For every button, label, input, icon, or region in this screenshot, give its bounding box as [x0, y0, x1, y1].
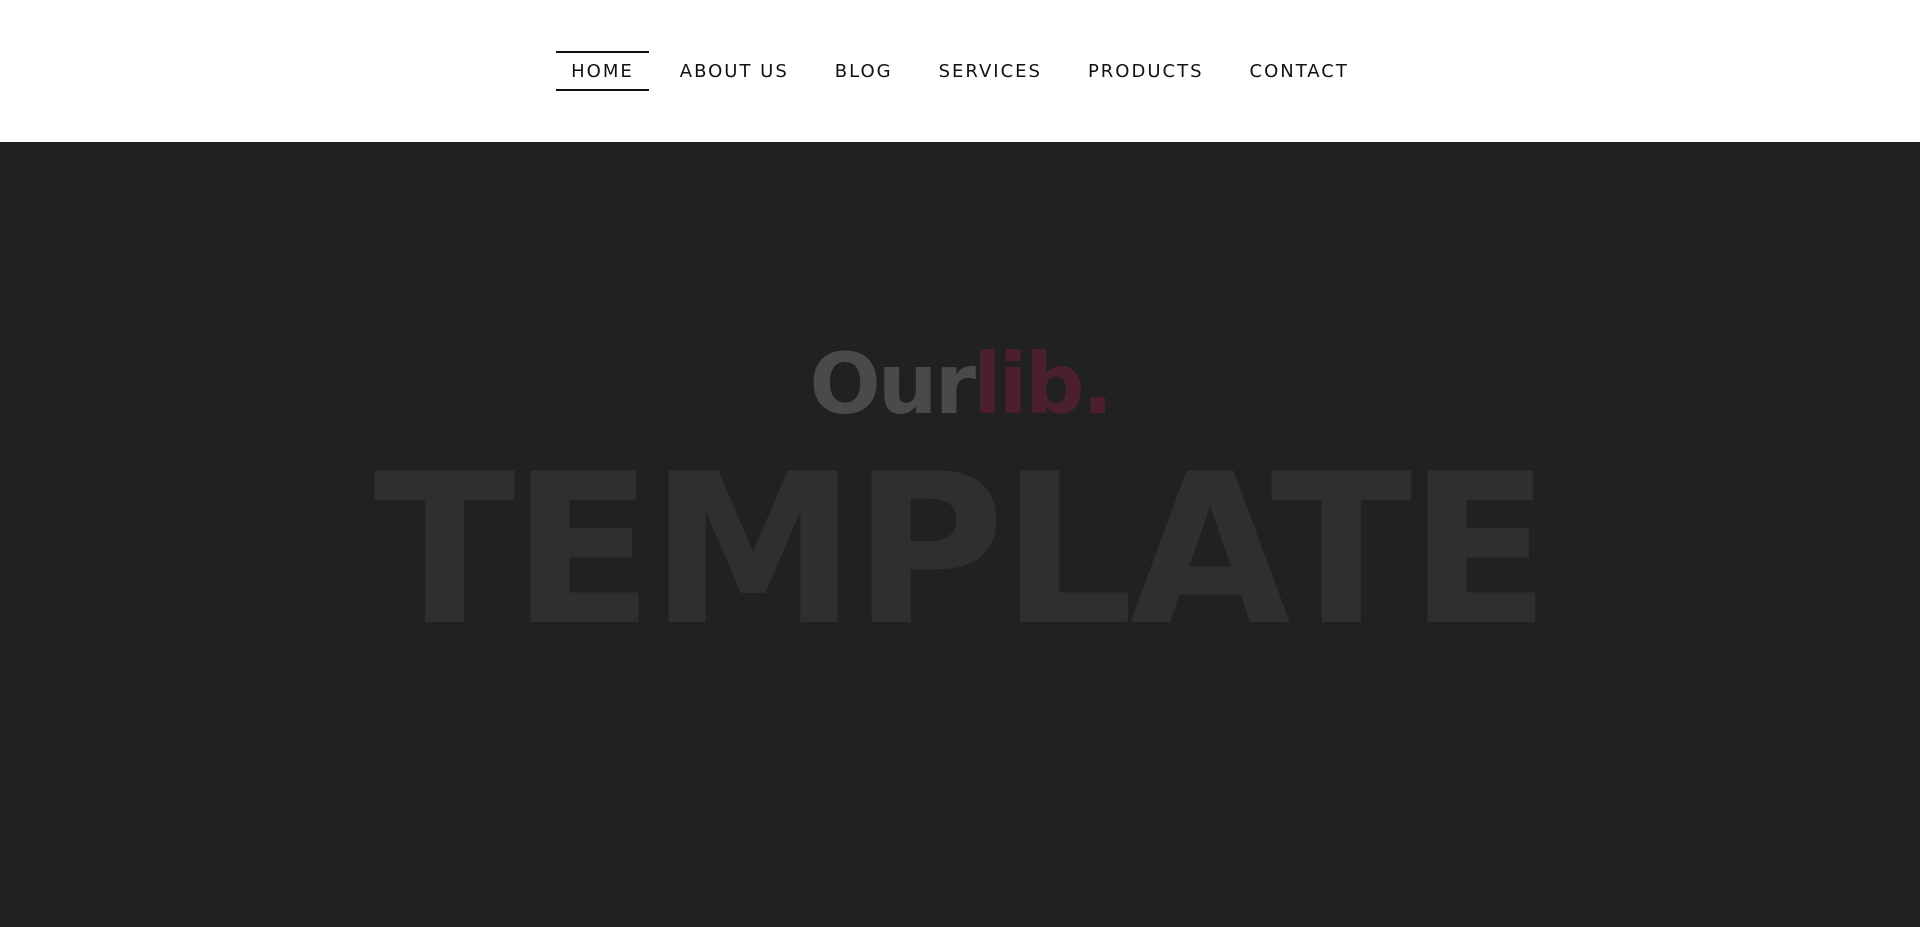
top-navigation-bar: HOME ABOUT US BLOG SERVICES PRODUCTS CON… — [0, 0, 1920, 142]
main-nav: HOME ABOUT US BLOG SERVICES PRODUCTS CON… — [0, 50, 1920, 92]
brand-logo-part-lib: lib. — [973, 335, 1114, 433]
nav-item-contact[interactable]: CONTACT — [1235, 51, 1364, 91]
nav-item-about-us[interactable]: ABOUT US — [665, 51, 804, 91]
nav-item-blog[interactable]: BLOG — [820, 51, 908, 91]
hero-title: TEMPLATE — [373, 430, 1551, 672]
nav-item-services[interactable]: SERVICES — [924, 51, 1057, 91]
brand-logo-part-our: Our — [809, 335, 976, 433]
brand-logo: Ourlib. — [0, 342, 1920, 426]
nav-item-home[interactable]: HOME — [556, 51, 649, 91]
nav-item-products[interactable]: PRODUCTS — [1073, 51, 1219, 91]
hero-section: Ourlib. TEMPLATE — [0, 142, 1920, 927]
